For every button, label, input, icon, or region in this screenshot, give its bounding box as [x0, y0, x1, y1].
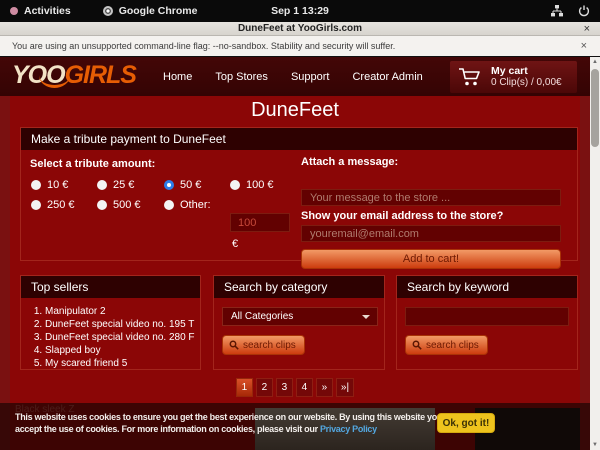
site-header: YOOGIRLS Home Top Stores Support Creator…	[0, 57, 600, 96]
search-icon	[229, 340, 239, 350]
cookie-text-line2: accept the use of cookies. For more info…	[15, 424, 320, 434]
window-close-icon[interactable]: ×	[584, 22, 590, 36]
chrome-infobar: You are using an unsupported command-lin…	[0, 36, 600, 57]
cookie-consent-bar: This website uses cookies to ensure you …	[0, 403, 590, 450]
radio-label: 10 €	[47, 179, 68, 191]
infobar-message: You are using an unsupported command-lin…	[12, 41, 395, 51]
top-seller-item[interactable]: DuneFeet special video no. 280 F	[45, 331, 200, 344]
page-button-4[interactable]: 4	[296, 378, 313, 397]
radio-label: 50 €	[180, 179, 201, 191]
scroll-up-icon[interactable]: ▲	[590, 57, 600, 67]
radio-icon	[97, 180, 107, 190]
radio-icon	[31, 180, 41, 190]
radio-label: 100 €	[246, 179, 274, 191]
tribute-amount-500[interactable]: 500 €	[97, 199, 141, 211]
scrollbar-thumb[interactable]	[591, 69, 599, 147]
search-keyword-header: Search by keyword	[397, 276, 577, 298]
infobar-close-icon[interactable]: ×	[581, 36, 587, 56]
category-select[interactable]: All Categories	[222, 307, 378, 326]
privacy-policy-link[interactable]: Privacy Policy	[320, 424, 377, 434]
page-button-3[interactable]: 3	[276, 378, 293, 397]
cookie-text-line1: This website uses cookies to ensure you …	[15, 412, 442, 422]
my-cart-button[interactable]: My cart 0 Clip(s) / 0,00€	[450, 61, 577, 93]
category-select-value: All Categories	[231, 311, 293, 322]
search-clips-keyword-button[interactable]: search clips	[405, 335, 488, 355]
page-title: DuneFeet	[10, 99, 580, 122]
other-amount-input[interactable]	[230, 213, 290, 232]
radio-label: 500 €	[113, 199, 141, 211]
top-seller-item[interactable]: Manipulator 2	[45, 305, 200, 318]
logo-text-2: GIRLS	[65, 61, 136, 89]
radio-icon	[164, 200, 174, 210]
scrollbar[interactable]: ▲ ▼	[590, 57, 600, 450]
page-button-last[interactable]: »|	[336, 378, 354, 397]
cart-summary: 0 Clip(s) / 0,00€	[491, 77, 562, 89]
top-seller-item[interactable]: DuneFeet special video no. 195 T	[45, 318, 200, 331]
search-category-panel: Search by category All Categories search…	[213, 275, 385, 370]
top-seller-item[interactable]: My scared friend 5	[45, 357, 200, 370]
page-body: DuneFeet Make a tribute payment to DuneF…	[0, 96, 590, 450]
cookie-accept-button[interactable]: Ok, got it!	[437, 413, 495, 433]
radio-label: 25 €	[113, 179, 134, 191]
tribute-amount-50[interactable]: 50 €	[164, 179, 201, 191]
message-input[interactable]	[301, 189, 561, 206]
currency-symbol: €	[232, 238, 238, 250]
keyword-input[interactable]	[405, 307, 569, 326]
tribute-amount-10[interactable]: 10 €	[31, 179, 68, 191]
cookie-message: This website uses cookies to ensure you …	[15, 411, 435, 435]
window-titlebar: DuneFeet at YooGirls.com ×	[0, 22, 600, 36]
top-sellers-list: Manipulator 2 DuneFeet special video no.…	[45, 305, 200, 370]
window-title: DuneFeet at YooGirls.com	[238, 23, 362, 34]
email-label: Show your email address to the store?	[301, 210, 503, 222]
tribute-amount-250[interactable]: 250 €	[31, 199, 75, 211]
message-label: Attach a message:	[301, 156, 398, 168]
search-clips-label: search clips	[243, 340, 296, 351]
page-button-next[interactable]: »	[316, 378, 333, 397]
add-to-cart-button[interactable]: Add to cart!	[301, 249, 561, 269]
power-icon[interactable]	[578, 5, 590, 17]
top-seller-item[interactable]: Slapped boy	[45, 344, 200, 357]
page-button-1[interactable]: 1	[236, 378, 253, 397]
chevron-down-icon	[362, 315, 370, 319]
nav-home[interactable]: Home	[163, 71, 192, 83]
scroll-down-icon[interactable]: ▼	[590, 440, 600, 450]
radio-icon	[97, 200, 107, 210]
desktop-top-bar: Activities Google Chrome Sep 1 13:29	[0, 0, 600, 22]
pagination: 1 2 3 4 » »|	[10, 378, 580, 397]
content-container: DuneFeet Make a tribute payment to DuneF…	[10, 96, 580, 450]
radio-label: 250 €	[47, 199, 75, 211]
search-category-header: Search by category	[214, 276, 384, 298]
tribute-amount-other[interactable]: Other:	[164, 199, 211, 211]
site-logo[interactable]: YOOGIRLS	[12, 61, 136, 90]
radio-icon	[230, 180, 240, 190]
main-nav: Home Top Stores Support Creator Admin	[163, 57, 423, 96]
top-sellers-header: Top sellers	[21, 276, 200, 298]
tribute-amount-100[interactable]: 100 €	[230, 179, 274, 191]
nav-top-stores[interactable]: Top Stores	[215, 71, 268, 83]
radio-icon	[31, 200, 41, 210]
network-icon[interactable]	[550, 5, 564, 17]
radio-icon	[164, 180, 174, 190]
search-clips-label: search clips	[426, 340, 479, 351]
top-sellers-panel: Top sellers Manipulator 2 DuneFeet speci…	[20, 275, 201, 370]
clock[interactable]: Sep 1 13:29	[0, 5, 600, 17]
nav-support[interactable]: Support	[291, 71, 330, 83]
page-button-2[interactable]: 2	[256, 378, 273, 397]
nav-creator-admin[interactable]: Creator Admin	[352, 71, 422, 83]
search-icon	[412, 340, 422, 350]
tribute-panel-header: Make a tribute payment to DuneFeet	[21, 128, 577, 150]
tribute-panel: Make a tribute payment to DuneFeet Selec…	[20, 127, 578, 261]
cart-icon	[458, 66, 482, 88]
search-clips-category-button[interactable]: search clips	[222, 335, 305, 355]
search-keyword-panel: Search by keyword search clips	[396, 275, 578, 370]
radio-label: Other:	[180, 199, 211, 211]
amount-label: Select a tribute amount:	[30, 158, 155, 170]
cart-title: My cart	[491, 65, 562, 77]
email-input[interactable]	[301, 225, 561, 242]
tribute-amount-25[interactable]: 25 €	[97, 179, 134, 191]
